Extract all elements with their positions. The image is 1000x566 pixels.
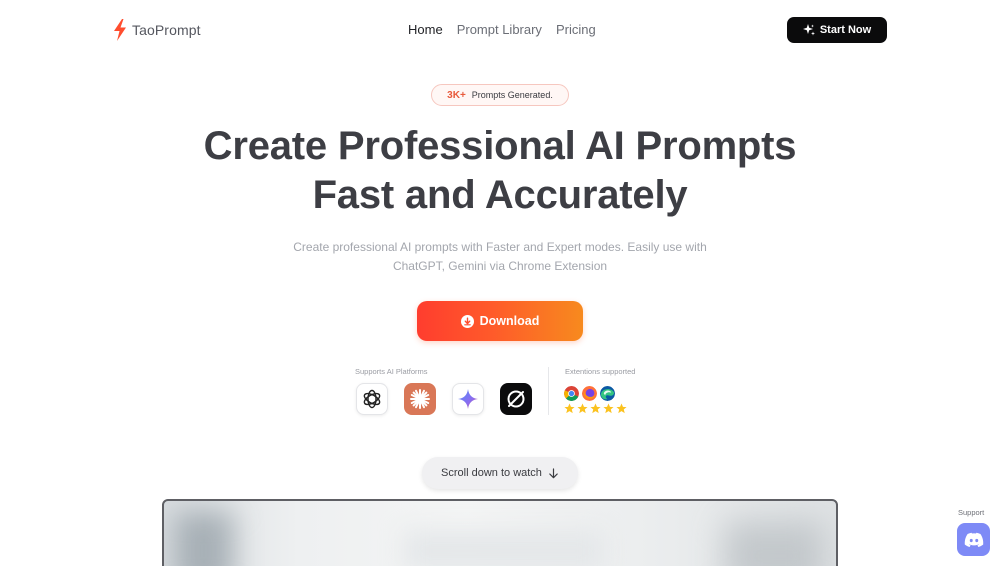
cloud-download-icon [460,314,474,328]
platforms-divider [548,367,549,415]
arrow-down-icon [549,467,558,478]
nav-link-prompt-library[interactable]: Prompt Library [457,22,542,37]
start-now-label: Start Now [819,24,872,36]
site-header: TaoPrompt Home Prompt Library Pricing St… [0,0,1000,60]
star-icon [616,403,627,414]
main-nav: Home Prompt Library Pricing [408,22,596,37]
perplexity-icon [500,383,532,415]
star-icon [577,403,588,414]
claude-icon [404,383,436,415]
brand-name: TaoPrompt [132,22,201,38]
badge-text: Prompts Generated. [471,90,553,100]
scroll-down-button[interactable]: Scroll down to watch [422,457,578,489]
chrome-icon [564,386,579,401]
sparkle-icon [802,24,815,36]
rating-stars [564,403,627,414]
brand-logo[interactable]: TaoPrompt [112,19,201,41]
hero-subtitle: Create professional AI prompts with Fast… [270,238,730,276]
subtitle-line-1: Create professional AI prompts with Fast… [293,240,707,254]
discord-support-button[interactable] [957,523,990,556]
demo-video-preview[interactable] [162,499,838,566]
star-icon [603,403,614,414]
support-label: Support [958,508,985,517]
video-blur [174,511,234,566]
headline-line-1: Create Professional AI Prompts [203,124,797,168]
discord-icon [964,532,983,547]
star-icon [564,403,575,414]
video-blur [724,521,824,566]
gemini-icon [452,383,484,415]
openai-icon [356,383,388,415]
extensions-label: Extentions supported [565,367,636,376]
start-now-button[interactable]: Start Now [787,17,887,43]
hero-headline: Create Professional AI Prompts Fast and … [0,122,1000,220]
edge-icon [600,386,615,401]
extension-icons [564,386,615,401]
video-blur [404,531,604,566]
badge-count: 3K+ [447,89,466,101]
platforms-label: Supports AI Platforms [355,367,428,376]
download-label: Download [479,314,540,328]
bolt-icon [114,19,126,41]
nav-link-pricing[interactable]: Pricing [556,22,596,37]
page: TaoPrompt Home Prompt Library Pricing St… [0,0,1000,566]
headline-line-2: Fast and Accurately [312,173,688,217]
firefox-icon [582,386,597,401]
subtitle-line-2: ChatGPT, Gemini via Chrome Extension [392,259,608,273]
star-icon [590,403,601,414]
prompts-generated-badge: 3K+ Prompts Generated. [431,84,569,106]
nav-link-home[interactable]: Home [408,22,443,37]
download-button[interactable]: Download [417,301,583,341]
scroll-down-label: Scroll down to watch [441,467,542,479]
